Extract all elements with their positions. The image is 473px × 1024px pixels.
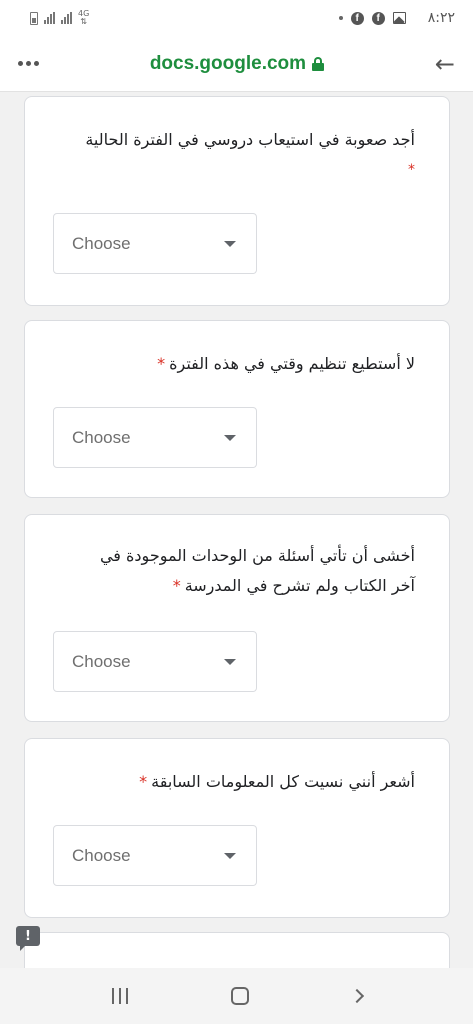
question-card-partial (24, 932, 450, 968)
status-bar: 4G ⇅ f f ٨:٢٢ (0, 0, 473, 36)
dropdown-label: Choose (72, 427, 131, 447)
answer-dropdown[interactable]: Choose (53, 825, 257, 886)
required-mark: * (172, 576, 181, 595)
facebook-icon: f (371, 11, 385, 25)
back-icon[interactable] (349, 988, 364, 1004)
browser-toolbar: docs.google.com ← (0, 36, 473, 92)
question-card: لا أستطيع تنظيم وقتي في هذه الفترة* Choo… (24, 320, 450, 498)
system-nav-bar (0, 968, 473, 1024)
caret-down-icon (224, 658, 236, 665)
dropdown-label: Choose (72, 233, 131, 253)
facebook-icon: f (350, 11, 364, 25)
question-card: أشعر أنني نسيت كل المعلومات السابقة* Cho… (24, 738, 450, 918)
caret-down-icon (224, 240, 236, 247)
caret-down-icon (224, 434, 236, 441)
clock: ٨:٢٢ (427, 10, 455, 26)
question-text: لا أستطيع تنظيم وقتي في هذه الفترة* (157, 354, 415, 373)
status-right: f f ٨:٢٢ (338, 10, 455, 26)
signal-icon (44, 12, 55, 24)
battery-icon (30, 11, 38, 25)
notification-dot (338, 16, 343, 20)
home-icon[interactable] (230, 987, 249, 1005)
network-type: 4G ⇅ (78, 9, 90, 26)
question-text: أجد صعوبة في استيعاب دروسي في الفترة الح… (49, 125, 415, 185)
arrow-back-icon[interactable]: ← (435, 50, 455, 78)
status-left: 4G ⇅ (30, 10, 89, 26)
lock-icon (312, 56, 325, 71)
required-mark: * (157, 354, 166, 373)
answer-dropdown[interactable]: Choose (53, 213, 257, 274)
url-text: docs.google.com (149, 52, 307, 74)
dropdown-label: Choose (72, 845, 131, 865)
gallery-icon (392, 12, 406, 24)
dropdown-label: Choose (72, 651, 131, 671)
form-content[interactable]: أجد صعوبة في استيعاب دروسي في الفترة الح… (0, 92, 473, 968)
signal-icon (61, 12, 72, 24)
caret-down-icon (224, 852, 236, 859)
feedback-icon[interactable]: ! (16, 926, 40, 951)
recents-icon[interactable] (111, 988, 128, 1004)
more-horizontal-icon[interactable] (18, 61, 39, 66)
answer-dropdown[interactable]: Choose (53, 407, 257, 468)
answer-dropdown[interactable]: Choose (53, 631, 257, 692)
question-text: أخشى أن تأتي أسئلة من الوحدات الموجودة ف… (99, 546, 415, 595)
required-mark: * (139, 772, 148, 791)
address-bar[interactable]: docs.google.com (149, 52, 325, 75)
question-text: أشعر أنني نسيت كل المعلومات السابقة* (139, 772, 415, 791)
question-card: أخشى أن تأتي أسئلة من الوحدات الموجودة ف… (24, 514, 450, 722)
required-mark: * (408, 162, 415, 178)
question-card: أجد صعوبة في استيعاب دروسي في الفترة الح… (24, 96, 450, 306)
